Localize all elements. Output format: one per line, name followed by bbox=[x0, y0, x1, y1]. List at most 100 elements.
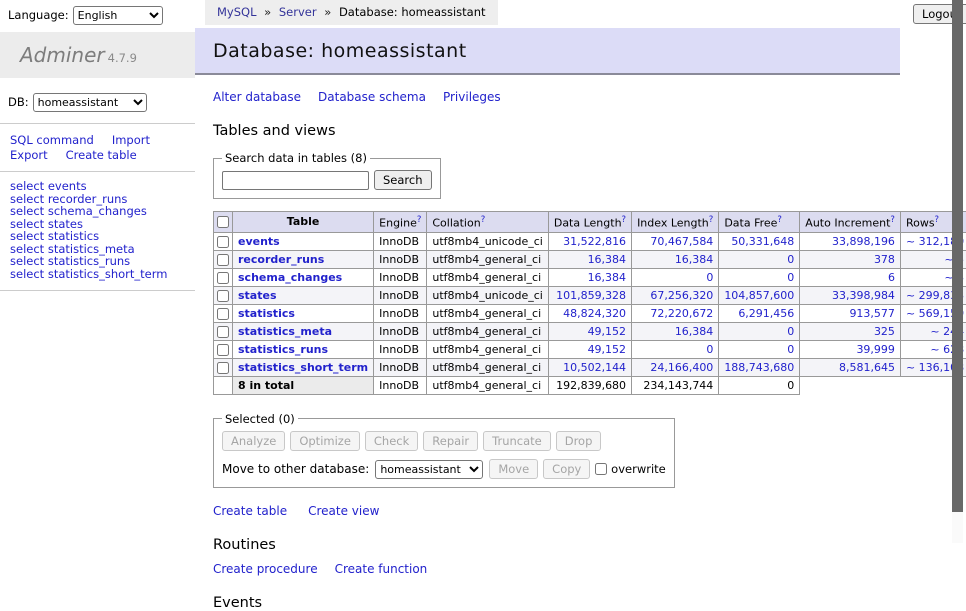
sidebar-divider bbox=[0, 290, 195, 291]
move-database-select[interactable]: homeassistant bbox=[375, 460, 483, 479]
data-free-cell[interactable]: 50,331,648 bbox=[719, 232, 800, 250]
create-view-link[interactable]: Create view bbox=[308, 504, 379, 518]
data-free-cell[interactable]: 6,291,456 bbox=[719, 304, 800, 322]
nav-alter-database[interactable]: Alter database bbox=[213, 90, 301, 104]
table-link-statistics_meta[interactable]: statistics_meta bbox=[238, 325, 332, 338]
repair-button[interactable]: Repair bbox=[423, 431, 478, 451]
data-free-cell[interactable]: 104,857,600 bbox=[719, 286, 800, 304]
data-free-cell[interactable]: 0 bbox=[719, 340, 800, 358]
language-row: Language:English bbox=[0, 0, 195, 32]
index-length-cell[interactable]: 72,220,672 bbox=[632, 304, 719, 322]
overwrite-checkbox[interactable] bbox=[595, 463, 607, 475]
row-checkbox[interactable] bbox=[217, 272, 229, 284]
row-checkbox[interactable] bbox=[217, 254, 229, 266]
copy-button[interactable]: Copy bbox=[543, 459, 590, 479]
breadcrumb-link-server[interactable]: Server bbox=[279, 5, 317, 19]
data-free-cell[interactable]: 0 bbox=[719, 268, 800, 286]
auto-increment-cell[interactable]: 8,581,645 bbox=[800, 358, 901, 376]
table-link-statistics_runs[interactable]: statistics_runs bbox=[238, 343, 328, 356]
sidebar-select-statistics_runs[interactable]: select statistics_runs bbox=[10, 255, 187, 268]
select-all-checkbox[interactable] bbox=[217, 216, 229, 228]
sidebar-select-schema_changes[interactable]: select schema_changes bbox=[10, 205, 187, 218]
sidebar-select-statistics[interactable]: select statistics bbox=[10, 230, 187, 243]
data-length-cell[interactable]: 31,522,816 bbox=[548, 232, 631, 250]
table-total-row: 8 in totalInnoDButf8mb4_general_ci192,83… bbox=[214, 376, 966, 394]
auto-increment-cell[interactable]: 913,577 bbox=[800, 304, 901, 322]
column-help-link[interactable]: ? bbox=[777, 215, 782, 225]
app-title-link[interactable]: Adminer bbox=[20, 43, 105, 67]
column-help-link[interactable]: ? bbox=[481, 215, 486, 225]
data-free-cell[interactable]: 0 bbox=[719, 322, 800, 340]
sidebar-divider bbox=[0, 123, 195, 124]
auto-increment-cell[interactable]: 33,398,984 bbox=[800, 286, 901, 304]
data-length-cell[interactable]: 16,384 bbox=[548, 250, 631, 268]
language-select[interactable]: English bbox=[73, 6, 163, 25]
index-length-cell[interactable]: 67,256,320 bbox=[632, 286, 719, 304]
engine-cell: InnoDB bbox=[374, 286, 427, 304]
optimize-button[interactable]: Optimize bbox=[290, 431, 360, 451]
index-length-cell[interactable]: 0 bbox=[632, 340, 719, 358]
vertical-scrollbar[interactable] bbox=[952, 0, 963, 543]
auto-increment-cell[interactable]: 33,898,196 bbox=[800, 232, 901, 250]
sidebar-action-export[interactable]: Export bbox=[10, 148, 48, 162]
scrollbar-thumb[interactable] bbox=[952, 0, 963, 512]
breadcrumb-link-mysql[interactable]: MySQL bbox=[217, 5, 257, 19]
data-free-cell[interactable]: 0 bbox=[719, 250, 800, 268]
row-checkbox[interactable] bbox=[217, 344, 229, 356]
data-length-cell[interactable]: 49,152 bbox=[548, 340, 631, 358]
table-link-statistics[interactable]: statistics bbox=[238, 307, 295, 320]
row-checkbox[interactable] bbox=[217, 362, 229, 374]
index-length-cell[interactable]: 16,384 bbox=[632, 250, 719, 268]
index-length-cell[interactable]: 70,467,584 bbox=[632, 232, 719, 250]
main-content: Database: homeassistant Alter databaseDa… bbox=[195, 28, 952, 611]
table-link-statistics_short_term[interactable]: statistics_short_term bbox=[238, 361, 368, 374]
truncate-button[interactable]: Truncate bbox=[483, 431, 551, 451]
search-input[interactable] bbox=[222, 171, 369, 190]
index-length-cell[interactable]: 16,384 bbox=[632, 322, 719, 340]
data-length-cell[interactable]: 49,152 bbox=[548, 322, 631, 340]
drop-button[interactable]: Drop bbox=[556, 431, 602, 451]
data-length-cell[interactable]: 101,859,328 bbox=[548, 286, 631, 304]
db-select[interactable]: homeassistant bbox=[33, 93, 147, 112]
data-free-cell[interactable]: 188,743,680 bbox=[719, 358, 800, 376]
data-length-cell[interactable]: 48,824,320 bbox=[548, 304, 631, 322]
data-length-cell[interactable]: 10,502,144 bbox=[548, 358, 631, 376]
events-heading: Events bbox=[213, 595, 952, 611]
row-checkbox[interactable] bbox=[217, 290, 229, 302]
analyze-button[interactable]: Analyze bbox=[222, 431, 285, 451]
row-checkbox[interactable] bbox=[217, 326, 229, 338]
auto-increment-cell[interactable]: 39,999 bbox=[800, 340, 901, 358]
table-link-recorder_runs[interactable]: recorder_runs bbox=[238, 253, 324, 266]
table-link-schema_changes[interactable]: schema_changes bbox=[238, 271, 342, 284]
column-help-link[interactable]: ? bbox=[890, 215, 895, 225]
sidebar-select-events[interactable]: select events bbox=[10, 180, 187, 193]
auto-increment-cell[interactable]: 378 bbox=[800, 250, 901, 268]
auto-increment-cell[interactable]: 6 bbox=[800, 268, 901, 286]
column-help-link[interactable]: ? bbox=[622, 215, 627, 225]
nav-database-schema[interactable]: Database schema bbox=[318, 90, 426, 104]
check-button[interactable]: Check bbox=[365, 431, 418, 451]
data-length-cell[interactable]: 16,384 bbox=[548, 268, 631, 286]
nav-privileges[interactable]: Privileges bbox=[443, 90, 501, 104]
row-checkbox[interactable] bbox=[217, 236, 229, 248]
create-procedure-link[interactable]: Create procedure bbox=[213, 562, 318, 576]
create-table-link[interactable]: Create table bbox=[213, 504, 287, 518]
column-help-link[interactable]: ? bbox=[935, 215, 940, 225]
move-button[interactable]: Move bbox=[489, 459, 538, 479]
table-link-states[interactable]: states bbox=[238, 289, 277, 302]
auto-increment-cell[interactable]: 325 bbox=[800, 322, 901, 340]
row-checkbox[interactable] bbox=[217, 308, 229, 320]
table-link-events[interactable]: events bbox=[238, 235, 280, 248]
sidebar-action-sql-command[interactable]: SQL command bbox=[10, 133, 94, 147]
move-row: Move to other database:homeassistantMove… bbox=[222, 459, 666, 479]
column-help-link[interactable]: ? bbox=[417, 215, 422, 225]
column-help-link[interactable]: ? bbox=[709, 215, 714, 225]
overwrite-label[interactable]: overwrite bbox=[611, 462, 666, 476]
index-length-cell[interactable]: 24,166,400 bbox=[632, 358, 719, 376]
search-button[interactable]: Search bbox=[374, 170, 432, 190]
index-length-cell[interactable]: 0 bbox=[632, 268, 719, 286]
sidebar-select-statistics_short_term[interactable]: select statistics_short_term bbox=[10, 268, 187, 281]
sidebar-action-import[interactable]: Import bbox=[112, 133, 150, 147]
sidebar-action-create-table[interactable]: Create table bbox=[66, 148, 137, 162]
create-function-link[interactable]: Create function bbox=[335, 562, 428, 576]
